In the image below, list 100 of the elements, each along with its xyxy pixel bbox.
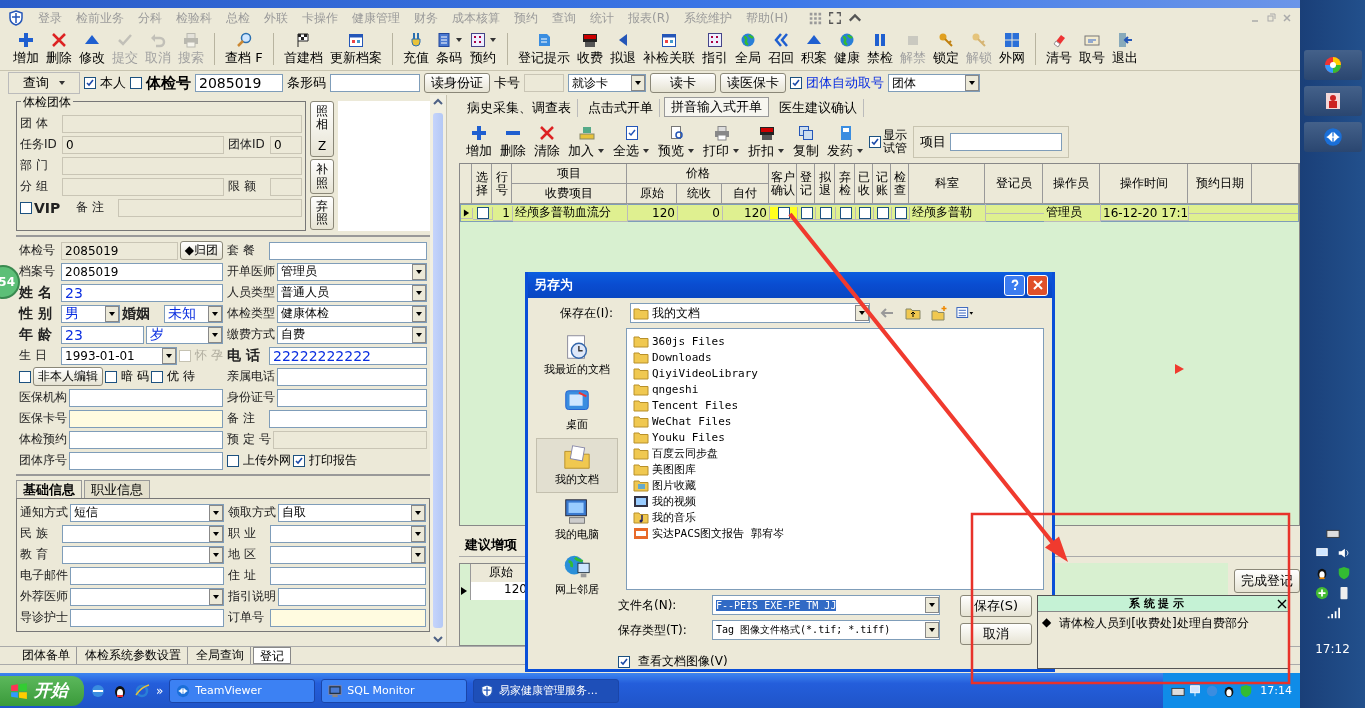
toolbar-button[interactable]: 退出	[1108, 31, 1141, 67]
file-type-dropdown[interactable]: Tag 图像文件格式(*.tif; *.tiff)	[712, 620, 940, 640]
photo-button[interactable]: 弃照	[310, 195, 334, 231]
toolbar-button[interactable]: 召回	[764, 31, 797, 67]
plus-icon[interactable]	[1314, 586, 1329, 600]
toolbar-button[interactable]: 收费	[573, 31, 606, 67]
dropdown-field[interactable]: 短信	[70, 503, 224, 522]
folder-dropdown[interactable]: 我的文档	[630, 303, 870, 323]
tab[interactable]: 医生建议确认	[773, 99, 864, 117]
speaker-icon[interactable]	[1336, 546, 1351, 560]
tab[interactable]: 体检系统参数设置	[79, 647, 188, 664]
toolbar-button[interactable]: 打印	[700, 124, 743, 160]
text-field[interactable]	[69, 409, 223, 428]
expand-icon[interactable]	[828, 11, 843, 25]
read-insurance-card-button[interactable]: 读医保卡	[720, 73, 786, 93]
text-field[interactable]	[270, 608, 426, 627]
file-list-item[interactable]: 美图图库	[631, 461, 696, 477]
dropdown-field[interactable]: 健康体检	[277, 304, 427, 323]
new-folder-icon[interactable]	[930, 305, 948, 321]
file-list-item[interactable]: WeChat Files	[631, 413, 732, 429]
dropdown-field[interactable]	[62, 524, 224, 543]
text-field[interactable]	[69, 430, 223, 449]
dropdown-field[interactable]	[62, 545, 224, 564]
taskbar-button[interactable]	[1303, 122, 1362, 152]
network-icon[interactable]	[1188, 683, 1203, 698]
dropdown-field[interactable]: 1993-01-01	[61, 346, 178, 365]
cancel-button[interactable]: 取消	[960, 623, 1032, 645]
help-button[interactable]	[1004, 274, 1025, 296]
tab[interactable]: 建议增项	[459, 534, 523, 556]
save-button[interactable]: 保存(S)	[960, 595, 1032, 617]
toolbar-button[interactable]: 禁检	[863, 31, 896, 67]
file-list-item[interactable]: QiyiVideoLibrary	[631, 365, 758, 381]
dropdown-field[interactable]: 岁	[146, 325, 223, 344]
file-list-item[interactable]: Tencent Files	[631, 397, 739, 413]
text-field[interactable]	[70, 566, 224, 585]
file-list-item[interactable]: 百度云同步盘	[631, 445, 718, 461]
file-list-item[interactable]: 我的音乐	[631, 509, 696, 525]
checkbox[interactable]	[800, 206, 813, 219]
toolbar-button[interactable]: 全选	[610, 124, 653, 160]
tab[interactable]: 职业信息	[84, 480, 150, 498]
checkbox[interactable]	[839, 206, 852, 219]
exam-number-field[interactable]: 2085019	[195, 74, 283, 92]
browser-icon[interactable]	[134, 682, 150, 699]
dropdown-field[interactable]: 男	[61, 304, 120, 323]
tab[interactable]: 基础信息	[16, 480, 82, 498]
file-list-item[interactable]: Youku Files	[631, 429, 725, 445]
card-number-field[interactable]	[524, 74, 564, 92]
checkbox[interactable]	[876, 206, 889, 219]
toolbar-button[interactable]: 登记提示	[514, 31, 573, 67]
toolbar-button[interactable]: 条码	[432, 31, 466, 67]
text-field[interactable]	[270, 566, 426, 585]
file-list-item[interactable]: qngeshi	[631, 381, 699, 397]
text-field[interactable]	[269, 241, 427, 260]
vertical-scrollbar[interactable]	[430, 95, 446, 646]
signal-icon[interactable]	[1325, 606, 1340, 620]
dropdown-field[interactable]: 管理员	[277, 262, 427, 281]
tab[interactable]: 病史采集、调查表	[461, 99, 578, 117]
globe-icon[interactable]	[90, 682, 106, 699]
toolbar-button[interactable]: 全局	[731, 31, 764, 67]
photo-button[interactable]: 照相 Z	[310, 101, 334, 158]
file-list-item[interactable]: Downloads	[631, 349, 712, 365]
toolbar-button[interactable]: 删除	[43, 31, 75, 67]
text-field[interactable]: 23	[61, 325, 144, 344]
view-menu-icon[interactable]	[956, 305, 974, 321]
file-name-field[interactable]: F--PEIS_EXE-PE_TM_JJ	[712, 595, 940, 615]
toolbar-button[interactable]: 增加	[10, 31, 42, 67]
text-field[interactable]	[277, 388, 427, 407]
toolbar-button[interactable]: 复制	[790, 124, 822, 160]
read-card-button[interactable]: 读卡	[650, 73, 716, 93]
checkbox[interactable]	[819, 206, 832, 219]
places-item[interactable]: 桌面	[536, 383, 618, 438]
places-item[interactable]: 网上邻居	[536, 548, 618, 603]
dropdown-field[interactable]: 自取	[278, 503, 426, 522]
file-list-item[interactable]: 我的视频	[631, 493, 696, 509]
checkbox[interactable]	[130, 77, 142, 89]
toolbar-button[interactable]: 增加	[463, 124, 495, 160]
checkbox[interactable]	[227, 454, 239, 467]
toolbar-button[interactable]: 更新档案	[326, 31, 385, 67]
barcode-field[interactable]	[330, 74, 420, 92]
file-list-item[interactable]: 实达PACS图文报告 郭宥岑	[631, 525, 785, 541]
text-field[interactable]: 22222222222	[269, 346, 427, 365]
text-field[interactable]	[70, 608, 224, 627]
grip-icon[interactable]	[808, 11, 823, 25]
tab[interactable]: 拼音输入式开单	[664, 97, 769, 117]
tab[interactable]: 登记	[253, 647, 291, 664]
tab[interactable]: 团体备单	[16, 647, 77, 664]
places-item[interactable]: 我的电脑	[536, 493, 618, 548]
checkbox[interactable]	[20, 201, 32, 214]
toolbar-button[interactable]: 补检关联	[639, 31, 698, 67]
toolbar-button[interactable]: 指引	[698, 31, 731, 67]
dropdown-field[interactable]: 未知	[164, 304, 223, 323]
text-field[interactable]	[277, 367, 427, 386]
shield-icon[interactable]	[1336, 566, 1351, 580]
checkbox[interactable]	[19, 370, 31, 383]
overflow-chevron[interactable]: »	[156, 683, 164, 698]
toolbar-button[interactable]: 折扣	[745, 124, 788, 160]
dropdown-field[interactable]	[270, 545, 426, 564]
toolbar-button[interactable]: 积案	[797, 31, 830, 67]
taskbar-button[interactable]: SQL Monitor	[321, 678, 468, 703]
taskbar-button[interactable]	[1303, 86, 1362, 116]
